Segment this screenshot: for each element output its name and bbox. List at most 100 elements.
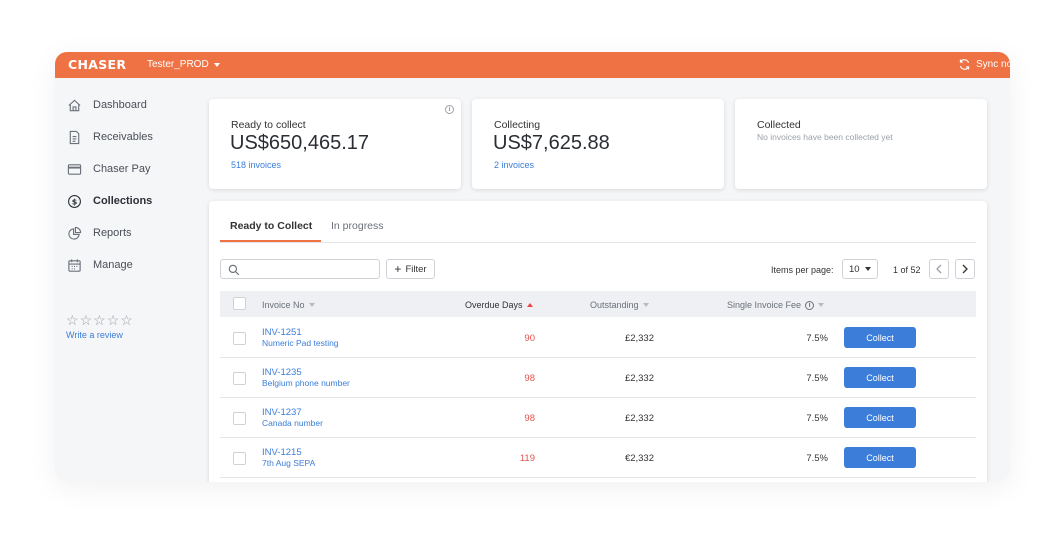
overdue-days: 119 [519,453,535,464]
sidebar-item-label: Receivables [93,131,153,143]
filter-label: Filter [405,263,427,275]
sidebar-item-chaser-pay[interactable]: Chaser Pay [66,161,150,177]
overdue-days: 90 [524,333,535,344]
pie-chart-icon [66,225,82,241]
next-page-button[interactable] [955,259,975,279]
active-tab-indicator [220,240,321,242]
collected-card: Collected No invoices have been collecte… [735,99,987,189]
invoice-fee: 7.5% [806,413,828,424]
sort-ascending-icon [526,303,533,307]
environment-label: Tester_PROD [147,59,209,70]
sync-button[interactable]: Sync no [958,58,1010,71]
table-row: INV-1235 Belgium phone number 98 £2,332 … [220,358,976,398]
invoice-link[interactable]: INV-1237 [262,407,302,418]
sidebar: Dashboard Receivables Chaser Pay $ Colle… [55,78,205,482]
sidebar-item-dashboard[interactable]: Dashboard [66,97,147,113]
invoice-link[interactable]: INV-1251 [262,327,302,338]
invoice-fee: 7.5% [806,333,828,344]
table-row: INV-1237 Canada number 98 £2,332 7.5% Co… [220,398,976,438]
collect-button[interactable]: Collect [844,367,916,388]
header-outstanding[interactable]: Outstanding [590,300,649,310]
svg-text:$: $ [71,197,77,206]
outstanding-amount: £2,332 [624,333,654,344]
chevron-down-icon [864,267,871,271]
card-invoices-link[interactable]: 2 invoices [494,160,534,170]
chevron-left-icon [936,264,942,274]
write-review-link[interactable]: Write a review [66,330,123,340]
star-icon[interactable]: ☆ [93,313,106,327]
items-per-page-select[interactable]: 10 [842,259,878,279]
sidebar-item-label: Manage [93,259,133,271]
card-amount: US$7,625.88 [493,132,610,154]
overdue-days: 98 [524,413,535,424]
collect-button[interactable]: Collect [844,447,916,468]
overdue-days: 98 [524,373,535,384]
top-bar: CHASER Tester_PROD Sync no [55,52,1010,78]
tab-ready-to-collect[interactable]: Ready to Collect [230,220,312,232]
outstanding-amount: €2,332 [624,453,654,464]
filter-button[interactable]: + Filter [386,259,435,279]
credit-card-icon [66,161,82,177]
ready-to-collect-card: i Ready to collect US$650,465.17 518 inv… [209,99,461,189]
invoice-link[interactable]: INV-1215 [262,447,302,458]
info-icon[interactable]: i [445,105,454,114]
sort-icon [642,303,649,307]
sidebar-item-receivables[interactable]: Receivables [66,129,153,145]
card-note: No invoices have been collected yet [757,132,893,142]
search-icon [228,263,240,281]
items-per-page-label: Items per page: [771,265,834,275]
header-label: Outstanding [590,300,639,310]
sidebar-item-collections[interactable]: $ Collections [66,193,152,209]
items-per-page-value: 10 [849,263,860,275]
card-title: Collecting [494,119,541,131]
calendar-icon [66,257,82,273]
outstanding-amount: £2,332 [624,413,654,424]
outstanding-amount: £2,332 [624,373,654,384]
app-window: CHASER Tester_PROD Sync no Dashboard Rec… [55,52,1010,482]
dollar-circle-icon: $ [66,193,82,209]
card-invoices-link[interactable]: 518 invoices [231,160,281,170]
header-overdue-days[interactable]: Overdue Days [465,300,533,310]
row-checkbox[interactable] [233,412,246,425]
select-all-checkbox[interactable] [233,297,246,310]
sync-icon [959,59,970,70]
invoice-description: 7th Aug SEPA [262,458,316,468]
rating-stars: ☆ ☆ ☆ ☆ ☆ [66,313,133,327]
table-row: INV-1215 7th Aug SEPA 119 €2,332 7.5% Co… [220,438,976,478]
table-row: INV-1251 Numeric Pad testing 90 £2,332 7… [220,318,976,358]
star-icon[interactable]: ☆ [107,313,120,327]
chaser-logo[interactable]: CHASER [68,57,126,72]
tab-in-progress[interactable]: In progress [331,220,384,232]
star-icon[interactable]: ☆ [66,313,79,327]
row-checkbox[interactable] [233,332,246,345]
header-label: Single Invoice Fee [727,300,802,310]
header-invoice-no[interactable]: Invoice No [262,300,315,310]
sidebar-item-manage[interactable]: Manage [66,257,133,273]
chevron-right-icon [962,264,968,274]
sidebar-item-reports[interactable]: Reports [66,225,132,241]
collect-button[interactable]: Collect [844,327,916,348]
sync-label: Sync no [976,59,1010,70]
sort-icon [308,303,315,307]
search-input[interactable] [220,259,380,279]
collect-button[interactable]: Collect [844,407,916,428]
header-label: Invoice No [262,300,305,310]
row-checkbox[interactable] [233,372,246,385]
star-icon[interactable]: ☆ [80,313,93,327]
header-label: Overdue Days [465,300,523,310]
invoice-description: Belgium phone number [262,378,350,388]
environment-selector[interactable]: Tester_PROD [147,59,220,70]
invoice-fee: 7.5% [806,373,828,384]
sort-icon [818,303,825,307]
invoice-link[interactable]: INV-1235 [262,367,302,378]
info-icon[interactable]: i [805,300,815,310]
header-single-invoice-fee[interactable]: Single Invoice Fee i [727,300,825,310]
sidebar-item-label: Dashboard [93,99,147,111]
chevron-down-icon [213,62,220,67]
row-checkbox[interactable] [233,452,246,465]
previous-page-button[interactable] [929,259,949,279]
page-info: 1 of 52 [893,265,921,275]
star-icon[interactable]: ☆ [120,313,133,327]
invoice-description: Canada number [262,418,323,428]
invoice-fee: 7.5% [806,453,828,464]
